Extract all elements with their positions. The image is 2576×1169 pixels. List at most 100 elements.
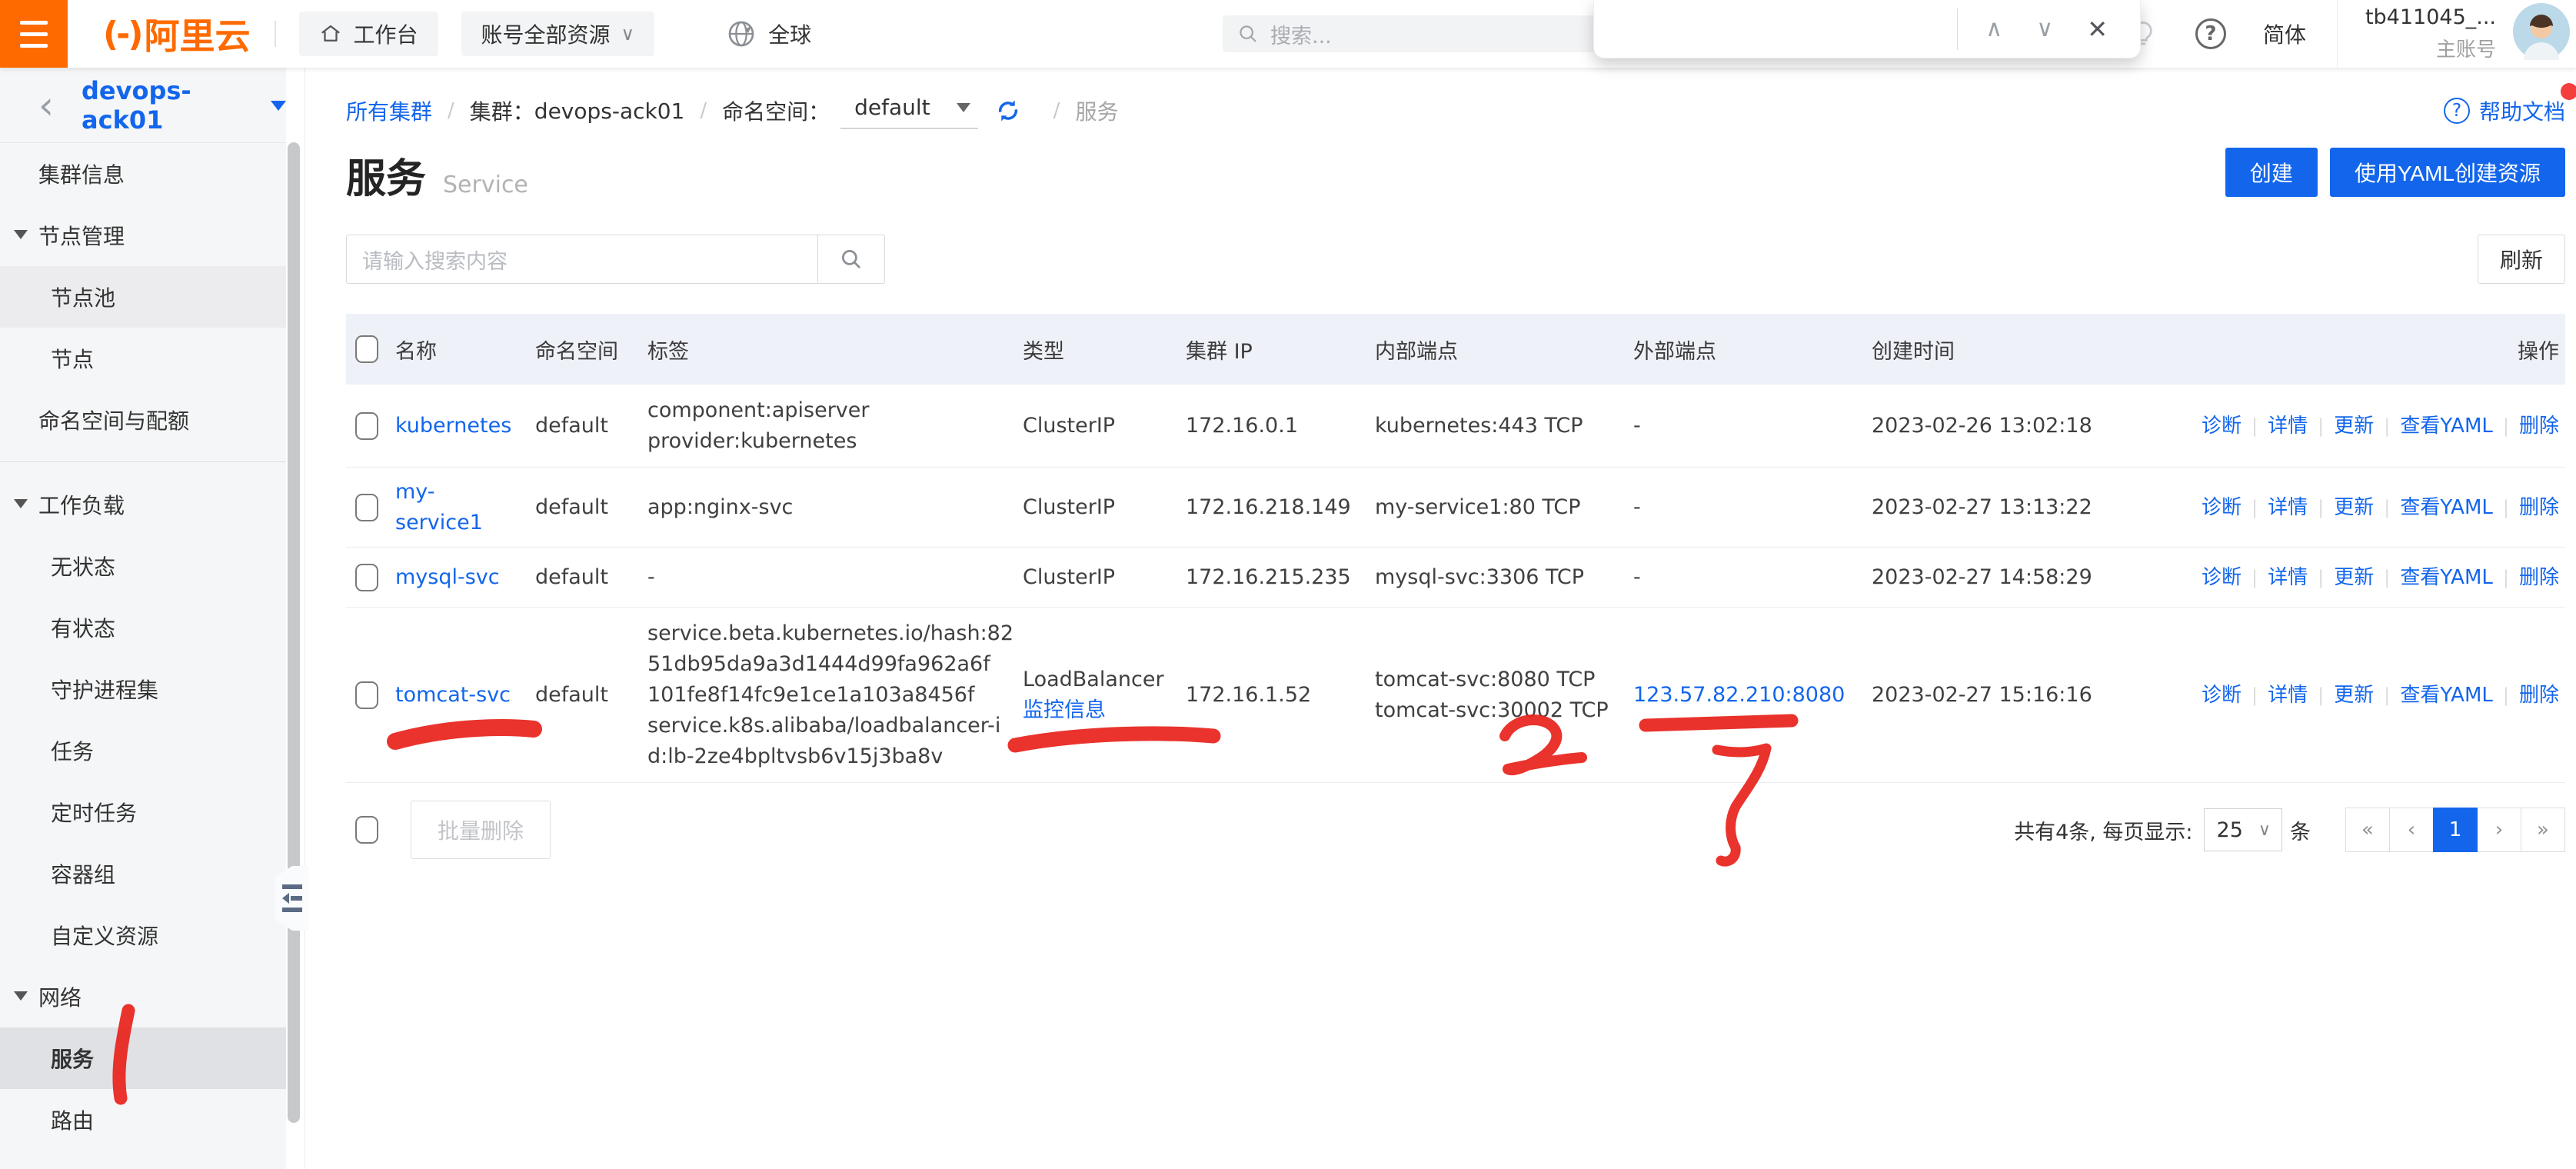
internal-endpoints-cell: kubernetes:443 TCP bbox=[1375, 411, 1633, 441]
find-close-icon[interactable]: ✕ bbox=[2070, 15, 2125, 44]
service-name-link[interactable]: my-service1 bbox=[395, 480, 483, 535]
avatar[interactable] bbox=[2513, 3, 2570, 65]
prev-page-button[interactable]: ‹ bbox=[2389, 808, 2434, 852]
action-delete[interactable]: 删除 bbox=[2519, 415, 2559, 438]
created-time-cell: 2023-02-27 13:13:22 bbox=[1872, 492, 2195, 523]
action-details[interactable]: 详情 bbox=[2268, 496, 2308, 519]
help-docs-link[interactable]: ? 帮助文档 bbox=[2444, 95, 2565, 126]
sidebar-inner: ‹ devops-ack01 集群信息节点管理节点池节点命名空间与配额工作负载无… bbox=[0, 68, 286, 1169]
sidebar-item-network[interactable]: 网络 bbox=[0, 966, 286, 1027]
first-page-button[interactable]: « bbox=[2345, 808, 2390, 852]
action-details[interactable]: 详情 bbox=[2268, 684, 2308, 707]
table-toolbar: 请输入搜索内容 刷新 bbox=[346, 234, 2565, 285]
page-size-select[interactable]: 25 ∨ bbox=[2204, 808, 2282, 851]
find-previous-icon[interactable]: ∧ bbox=[1969, 15, 2019, 42]
namespace-refresh-icon[interactable] bbox=[993, 96, 1023, 125]
action-details[interactable]: 详情 bbox=[2268, 415, 2308, 438]
find-next-icon[interactable]: ∨ bbox=[2019, 15, 2070, 42]
action-delete[interactable]: 删除 bbox=[2519, 496, 2559, 519]
language-selector[interactable]: 简体 bbox=[2263, 18, 2306, 49]
sidebar-item-stateful[interactable]: 有状态 bbox=[0, 597, 286, 658]
last-page-button[interactable]: » bbox=[2521, 808, 2565, 852]
sidebar-item-routes[interactable]: 路由 bbox=[0, 1089, 286, 1151]
internal-endpoints-cell: tomcat-svc:8080 TCPtomcat-svc:30002 TCP bbox=[1375, 664, 1633, 726]
monitor-info-link[interactable]: 监控信息 bbox=[1023, 698, 1106, 722]
sidebar-item-cronjobs[interactable]: 定时任务 bbox=[0, 781, 286, 843]
sidebar-item-daemonset[interactable]: 守护进程集 bbox=[0, 658, 286, 720]
action-update[interactable]: 更新 bbox=[2334, 684, 2374, 707]
sidebar-item-label: 节点池 bbox=[51, 281, 115, 312]
row-checkbox[interactable] bbox=[355, 494, 378, 521]
action-separator: | bbox=[2318, 567, 2324, 588]
region-selector[interactable]: 全球 bbox=[725, 18, 811, 50]
action-view-yaml[interactable]: 查看YAML bbox=[2400, 496, 2493, 519]
footer-checkbox[interactable] bbox=[355, 816, 378, 844]
action-delete[interactable]: 删除 bbox=[2519, 566, 2559, 589]
internal-endpoint-line: tomcat-svc:8080 TCP bbox=[1375, 664, 1615, 695]
external-endpoint-value: - bbox=[1633, 495, 1641, 519]
row-checkbox[interactable] bbox=[355, 564, 378, 591]
hamburger-menu-icon[interactable] bbox=[0, 0, 68, 68]
find-input[interactable] bbox=[1594, 0, 1957, 58]
help-icon[interactable]: ? bbox=[2195, 18, 2226, 49]
action-update[interactable]: 更新 bbox=[2334, 496, 2374, 519]
account-resources-dropdown[interactable]: 账号全部资源 ∨ bbox=[461, 12, 655, 56]
breadcrumb-separator: / bbox=[1053, 99, 1060, 122]
table-search-button[interactable] bbox=[817, 235, 885, 284]
create-yaml-button[interactable]: 使用YAML创建资源 bbox=[2330, 148, 2565, 197]
sidebar-scrollbar[interactable] bbox=[288, 142, 300, 1123]
create-button[interactable]: 创建 bbox=[2225, 148, 2318, 197]
action-diagnose[interactable]: 诊断 bbox=[2202, 684, 2242, 707]
service-name-link[interactable]: tomcat-svc bbox=[395, 683, 511, 707]
action-view-yaml[interactable]: 查看YAML bbox=[2400, 684, 2493, 707]
workbench-button[interactable]: 工作台 bbox=[299, 12, 438, 56]
page-number-button[interactable]: 1 bbox=[2433, 808, 2478, 852]
action-view-yaml[interactable]: 查看YAML bbox=[2400, 566, 2493, 589]
sidebar-item-node-pool[interactable]: 节点池 bbox=[0, 266, 286, 328]
sidebar-item-pods[interactable]: 容器组 bbox=[0, 843, 286, 904]
back-arrow-icon[interactable]: ‹ bbox=[38, 90, 54, 121]
sidebar-item-stateless[interactable]: 无状态 bbox=[0, 535, 286, 597]
refresh-button[interactable]: 刷新 bbox=[2478, 235, 2565, 284]
row-checkbox[interactable] bbox=[355, 681, 378, 709]
next-page-button[interactable]: › bbox=[2477, 808, 2521, 852]
action-delete[interactable]: 删除 bbox=[2519, 684, 2559, 707]
sidebar-item-node-management[interactable]: 节点管理 bbox=[0, 205, 286, 266]
column-header: 集群 IP bbox=[1186, 335, 1375, 365]
breadcrumb: 所有集群 / 集群： devops-ack01 / 命名空间： default … bbox=[346, 95, 2565, 126]
breadcrumb-cluster-label: 集群： bbox=[470, 95, 534, 126]
breadcrumb-all-clusters[interactable]: 所有集群 bbox=[346, 95, 432, 126]
action-update[interactable]: 更新 bbox=[2334, 566, 2374, 589]
row-checkbox[interactable] bbox=[355, 412, 378, 440]
sidebar-item-workloads[interactable]: 工作负载 bbox=[0, 474, 286, 535]
action-diagnose[interactable]: 诊断 bbox=[2202, 496, 2242, 519]
sidebar-item-services[interactable]: 服务 bbox=[0, 1027, 286, 1089]
action-diagnose[interactable]: 诊断 bbox=[2202, 415, 2242, 438]
action-view-yaml[interactable]: 查看YAML bbox=[2400, 415, 2493, 438]
action-diagnose[interactable]: 诊断 bbox=[2202, 566, 2242, 589]
user-account-menu[interactable]: tb411045_... 主账号 bbox=[2365, 5, 2496, 62]
table-row: tomcat-svcdefaultservice.beta.kubernetes… bbox=[346, 608, 2565, 783]
batch-delete-button[interactable]: 批量删除 bbox=[411, 801, 551, 859]
sidebar-item-custom-resources[interactable]: 自定义资源 bbox=[0, 904, 286, 966]
sidebar-item-cluster-info[interactable]: 集群信息 bbox=[0, 143, 286, 205]
external-endpoint-link[interactable]: 123.57.82.210:8080 bbox=[1633, 683, 1845, 707]
table-search-input[interactable]: 请输入搜索内容 bbox=[346, 235, 818, 284]
sidebar-item-label: 网络 bbox=[38, 981, 82, 1012]
namespace-select[interactable]: default bbox=[840, 93, 978, 129]
service-name-link[interactable]: kubernetes bbox=[395, 414, 511, 438]
sidebar-collapse-handle[interactable] bbox=[275, 866, 309, 931]
sidebar-item-namespace-quota[interactable]: 命名空间与配额 bbox=[0, 389, 286, 451]
alicloud-logo[interactable]: (-) 阿里云 bbox=[103, 8, 250, 59]
internal-endpoints-cell: mysql-svc:3306 TCP bbox=[1375, 562, 1633, 593]
cluster-switcher[interactable]: devops-ack01 bbox=[82, 76, 286, 135]
labels-cell: app:nginx-svc bbox=[647, 492, 1023, 523]
service-name-link[interactable]: mysql-svc bbox=[395, 565, 500, 589]
select-all-checkbox[interactable] bbox=[355, 335, 378, 363]
sidebar-item-nodes[interactable]: 节点 bbox=[0, 328, 286, 389]
action-update[interactable]: 更新 bbox=[2334, 415, 2374, 438]
action-separator: | bbox=[2318, 415, 2324, 437]
action-details[interactable]: 详情 bbox=[2268, 566, 2308, 589]
sidebar-item-jobs[interactable]: 任务 bbox=[0, 720, 286, 781]
internal-endpoint-line: my-service1:80 TCP bbox=[1375, 492, 1615, 523]
